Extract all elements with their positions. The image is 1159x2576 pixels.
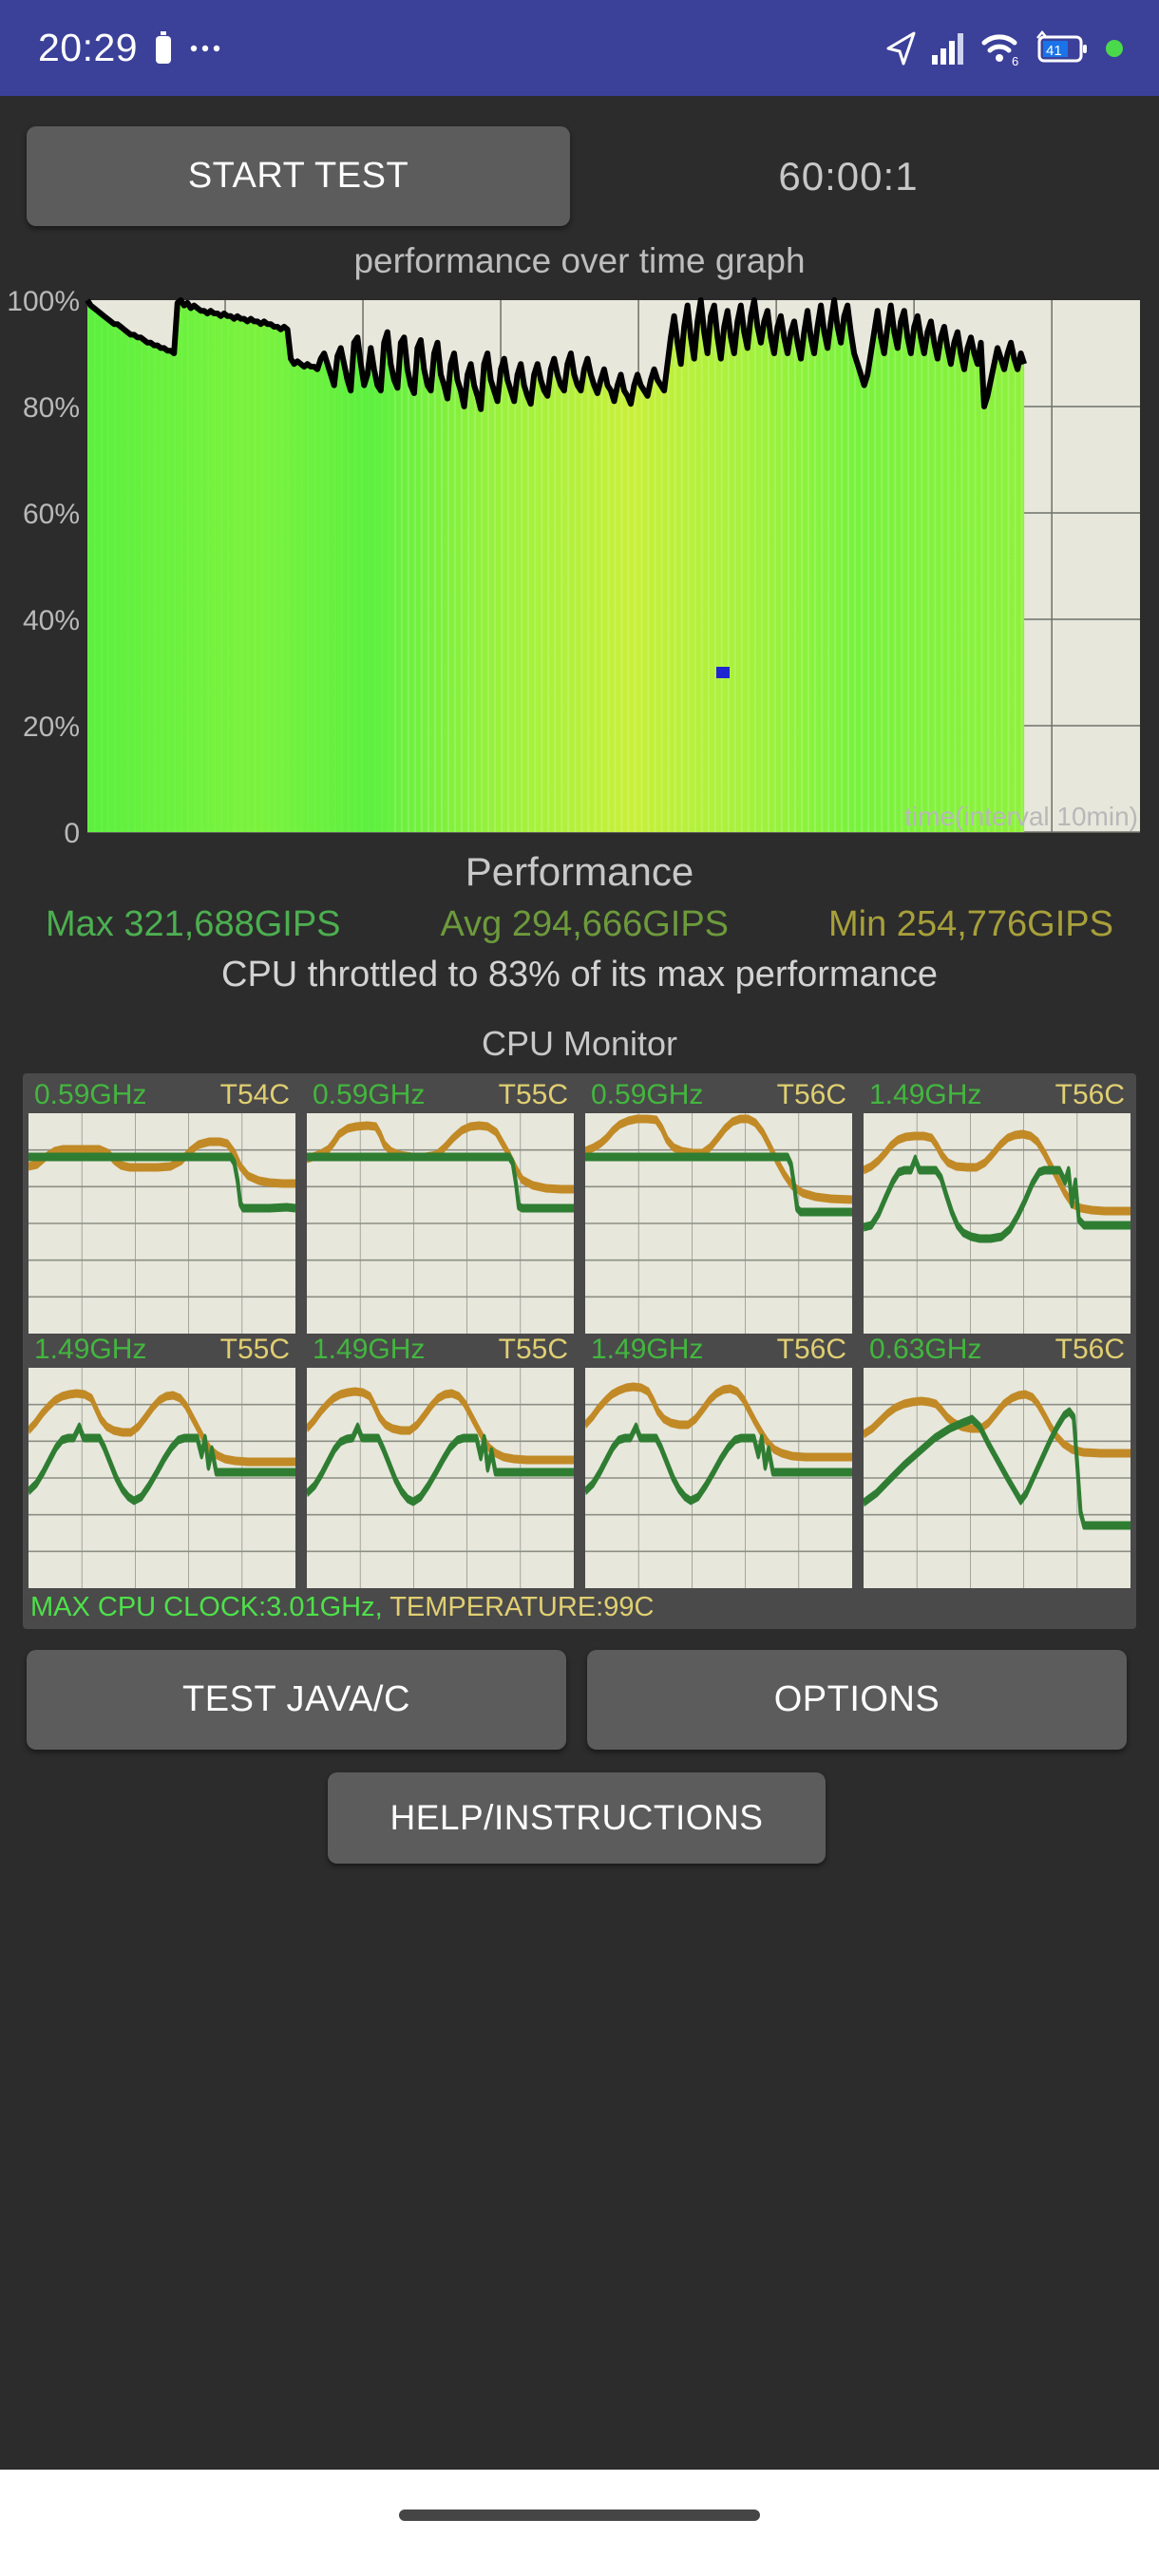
cpu-core-header: 1.49GHz T55C	[28, 1334, 295, 1368]
cpu-core-cell: 1.49GHz T56C	[858, 1079, 1136, 1334]
cpu-core-frequency: 0.63GHz	[869, 1334, 981, 1366]
performance-stats-section: Performance Max 321,688GIPS Avg 294,666G…	[0, 849, 1159, 995]
current-value-marker	[716, 667, 730, 678]
performance-values-row: Max 321,688GIPS Avg 294,666GIPS Min 254,…	[0, 895, 1159, 945]
cpu-core-temperature: T54C	[220, 1079, 290, 1111]
performance-heading: Performance	[0, 849, 1159, 895]
y-tick-label: 100%	[7, 286, 80, 317]
throttle-message: CPU throttled to 83% of its max performa…	[0, 955, 1159, 995]
y-tick-label: 60%	[23, 499, 80, 530]
cpu-core-cell: 0.59GHz T56C	[580, 1079, 858, 1334]
bottom-button-row-1: TEST JAVA/C OPTIONS	[27, 1650, 1127, 1750]
cpu-core-cell: 1.49GHz T56C	[580, 1334, 858, 1588]
cpu-core-graph	[307, 1113, 574, 1334]
more-dots-icon	[189, 43, 221, 54]
y-tick-label: 0	[64, 818, 80, 849]
cpu-core-cell: 0.63GHz T56C	[858, 1334, 1136, 1588]
cpu-monitor-title: CPU Monitor	[0, 1024, 1159, 1064]
svg-text:6: 6	[1012, 54, 1018, 66]
cpu-core-temperature: T56C	[1055, 1334, 1125, 1366]
cpu-core-frequency: 1.49GHz	[869, 1079, 981, 1111]
cpu-core-header: 0.63GHz T56C	[864, 1334, 1130, 1368]
cpu-core-header: 1.49GHz T55C	[307, 1334, 574, 1368]
wifi-6-icon: 6	[980, 30, 1022, 66]
cpu-core-graph	[28, 1113, 295, 1334]
performance-chart-title: performance over time graph	[0, 241, 1159, 281]
battery-charging-icon: 41	[1036, 30, 1089, 66]
performance-max-value: Max 321,688GIPS	[46, 904, 341, 945]
cpu-core-temperature: T56C	[777, 1334, 846, 1366]
cpu-core-frequency: 0.59GHz	[313, 1079, 425, 1111]
cpu-core-frequency: 1.49GHz	[34, 1334, 146, 1366]
performance-avg-value: Avg 294,666GIPS	[441, 904, 730, 945]
cpu-core-cell: 0.59GHz T54C	[23, 1079, 301, 1334]
options-button[interactable]: OPTIONS	[587, 1650, 1127, 1750]
cpu-core-temperature: T55C	[499, 1079, 568, 1111]
cpu-core-graph	[307, 1368, 574, 1588]
cpu-core-graph	[585, 1368, 852, 1588]
system-navigation-bar	[0, 2470, 1159, 2576]
cpu-core-frequency: 1.49GHz	[591, 1334, 703, 1366]
cpu-core-frequency: 1.49GHz	[313, 1334, 425, 1366]
battery-small-icon	[153, 31, 174, 66]
cpu-core-row-1: 0.59GHzT54C0.59GHzT55C0.59GHzT56C1.49GHz…	[23, 1079, 1136, 1334]
cpu-core-frequency: 0.59GHz	[591, 1079, 703, 1111]
performance-chart: 100% 80% 60% 40% 20% 0 time(interval 10min)	[0, 283, 1159, 853]
performance-chart-svg: 100% 80% 60% 40% 20% 0	[0, 283, 1159, 853]
status-bar-right: 6 41	[885, 30, 1127, 66]
cpu-core-cell: 0.59GHz T55C	[301, 1079, 580, 1334]
bottom-button-row-2: HELP/INSTRUCTIONS	[27, 1772, 1127, 1864]
cpu-core-header: 0.59GHz T54C	[28, 1079, 295, 1113]
status-bar: 20:29 6	[0, 0, 1159, 96]
cpu-core-graph	[864, 1113, 1130, 1334]
cpu-core-graph	[28, 1368, 295, 1588]
cpu-core-frequency: 0.59GHz	[34, 1079, 146, 1111]
status-bar-left: 20:29	[38, 26, 221, 70]
max-temperature-text: TEMPERATURE:99C	[383, 1592, 655, 1622]
app-content: START TEST 60:00:1 performance over time…	[0, 96, 1159, 1864]
test-java-c-button[interactable]: TEST JAVA/C	[27, 1650, 566, 1750]
performance-min-value: Min 254,776GIPS	[828, 904, 1113, 945]
green-dot-icon	[1102, 36, 1127, 61]
cpu-core-header: 0.59GHz T55C	[307, 1079, 574, 1113]
cpu-core-temperature: T56C	[777, 1079, 846, 1111]
cellular-signal-icon	[931, 31, 967, 66]
cpu-core-graph	[864, 1368, 1130, 1588]
timer-display: 60:00:1	[570, 154, 1127, 199]
cpu-core-temperature: T56C	[1055, 1079, 1125, 1111]
cpu-core-header: 1.49GHz T56C	[585, 1334, 852, 1368]
start-test-button[interactable]: START TEST	[27, 126, 570, 226]
cpu-core-temperature: T55C	[499, 1334, 568, 1366]
top-control-row: START TEST 60:00:1	[0, 96, 1159, 226]
y-tick-label: 80%	[23, 392, 80, 424]
cpu-core-graph	[585, 1113, 852, 1334]
cpu-core-temperature: T55C	[220, 1334, 290, 1366]
home-indicator[interactable]	[399, 2510, 760, 2521]
cpu-core-row-2: 1.49GHzT55C1.49GHzT55C1.49GHzT56C0.63GHz…	[23, 1334, 1136, 1588]
cpu-monitor-footer: MAX CPU CLOCK:3.01GHz, TEMPERATURE:99C	[23, 1588, 1136, 1629]
cpu-core-cell: 1.49GHz T55C	[23, 1334, 301, 1588]
area-stripes	[87, 300, 1023, 832]
location-arrow-icon	[885, 30, 918, 66]
x-axis-label: time(interval 10min)	[904, 802, 1138, 832]
status-bar-clock: 20:29	[38, 26, 138, 70]
y-tick-label: 40%	[23, 605, 80, 636]
y-tick-label: 20%	[23, 711, 80, 743]
cpu-core-header: 0.59GHz T56C	[585, 1079, 852, 1113]
bottom-buttons-section: TEST JAVA/C OPTIONS HELP/INSTRUCTIONS	[0, 1629, 1159, 1864]
battery-percent-text: 41	[1046, 43, 1062, 59]
cpu-monitor-panel: 0.59GHzT54C0.59GHzT55C0.59GHzT56C1.49GHz…	[23, 1073, 1136, 1629]
y-axis-tick-labels: 100% 80% 60% 40% 20% 0	[7, 286, 80, 849]
cpu-core-cell: 1.49GHz T55C	[301, 1334, 580, 1588]
max-cpu-clock-text: MAX CPU CLOCK:3.01GHz,	[30, 1592, 383, 1622]
help-instructions-button[interactable]: HELP/INSTRUCTIONS	[328, 1772, 826, 1864]
cpu-core-header: 1.49GHz T56C	[864, 1079, 1130, 1113]
